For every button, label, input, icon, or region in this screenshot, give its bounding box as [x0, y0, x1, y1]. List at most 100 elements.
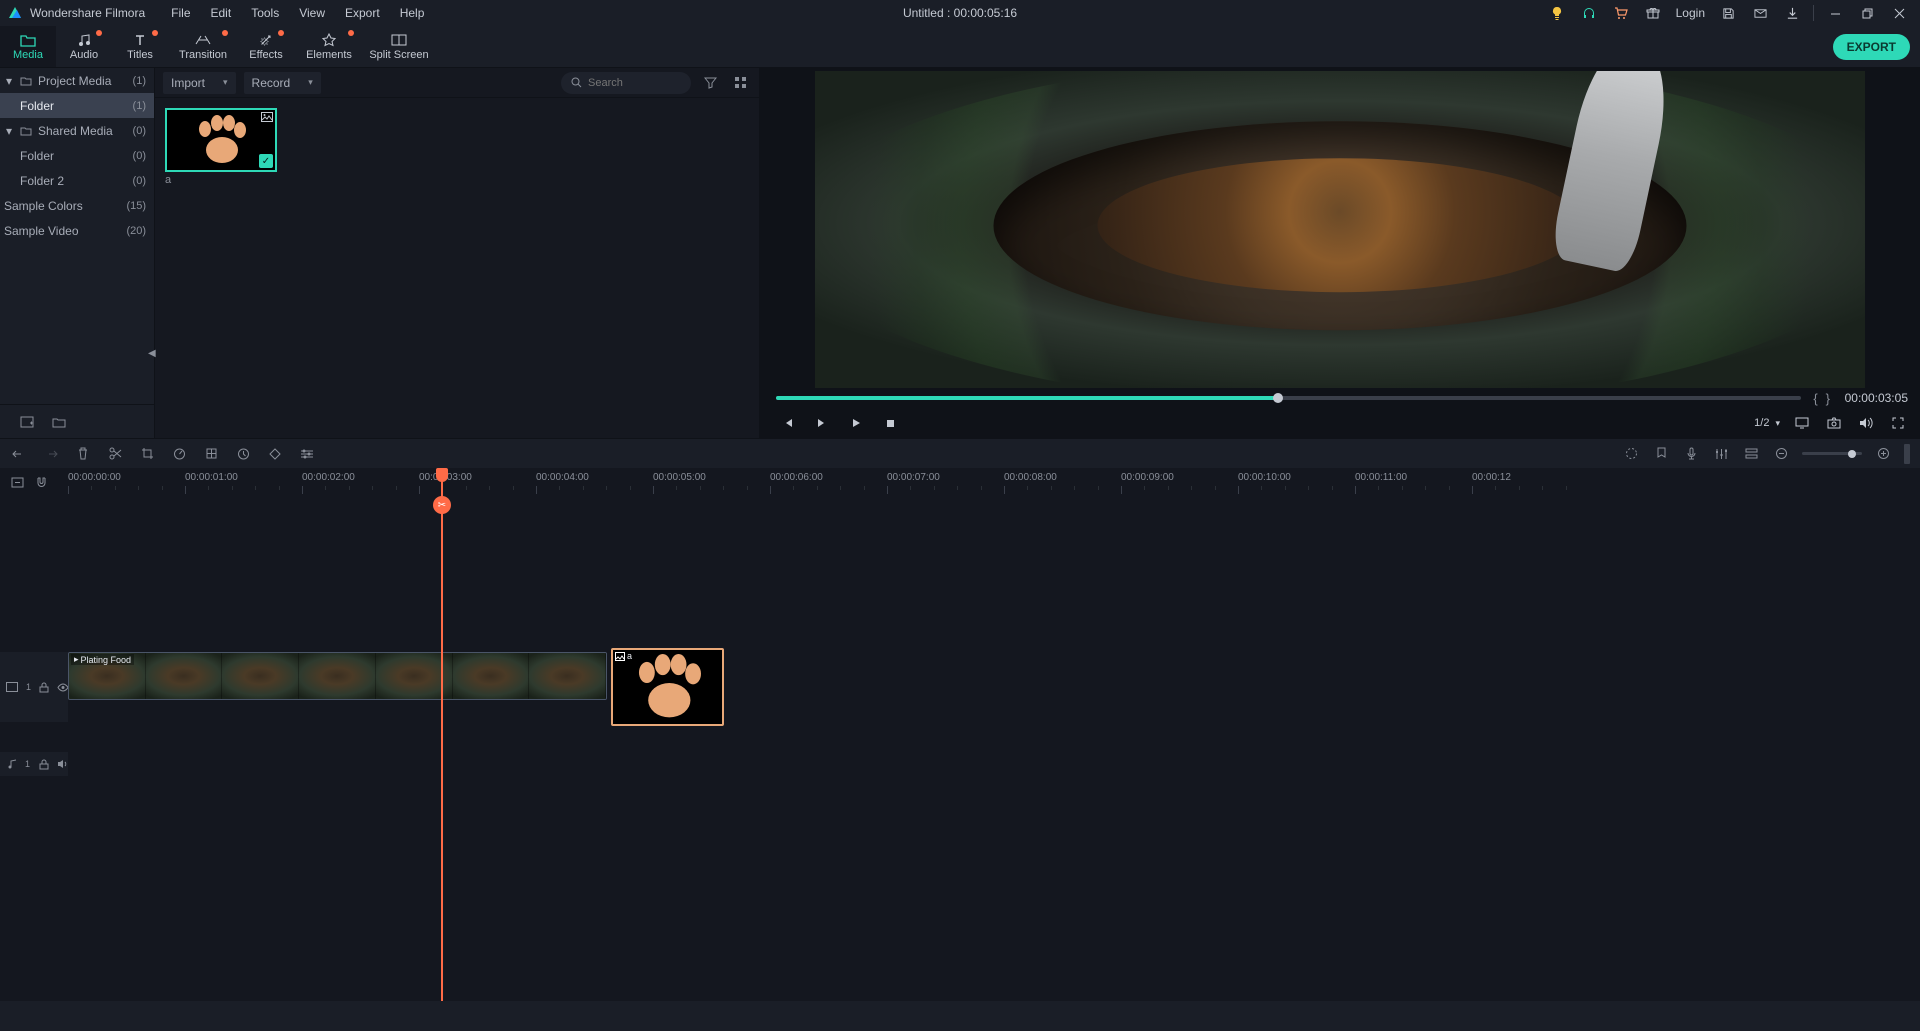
record-dropdown[interactable]: Record▾: [244, 72, 321, 94]
thumbnail-caption: a: [165, 174, 277, 186]
export-button[interactable]: EXPORT: [1833, 34, 1910, 60]
badge-dot: [152, 30, 158, 36]
speed-icon[interactable]: [170, 445, 188, 463]
mark-out-icon[interactable]: }: [1826, 391, 1830, 406]
new-folder-icon[interactable]: [50, 413, 68, 431]
media-tree-panel: ▾Project Media(1) Folder(1) ▾Shared Medi…: [0, 68, 155, 438]
collapse-panel-icon[interactable]: ◀: [148, 348, 156, 359]
fit-timeline-icon[interactable]: [10, 475, 24, 489]
new-project-icon[interactable]: [18, 413, 36, 431]
split-icon[interactable]: [106, 445, 124, 463]
save-icon[interactable]: [1713, 1, 1743, 25]
download-icon[interactable]: [1777, 1, 1807, 25]
menu-tools[interactable]: Tools: [243, 3, 287, 23]
audio-track-header: 1: [0, 752, 68, 776]
mute-icon[interactable]: [57, 758, 68, 771]
zoom-slider[interactable]: [1802, 452, 1862, 455]
crop-icon[interactable]: [138, 445, 156, 463]
zoom-out-icon[interactable]: [1772, 445, 1790, 463]
import-dropdown[interactable]: Import▾: [163, 72, 236, 94]
window-close[interactable]: [1884, 1, 1914, 25]
zoom-in-icon[interactable]: [1874, 445, 1892, 463]
chevron-down-icon: ▾: [6, 74, 16, 88]
tips-icon[interactable]: [1542, 1, 1572, 25]
tab-effects[interactable]: Effects: [238, 26, 294, 67]
delete-icon[interactable]: [74, 445, 92, 463]
badge-dot: [96, 30, 102, 36]
keyframe-icon[interactable]: [266, 445, 284, 463]
video-clip[interactable]: ▸Plating Food: [68, 652, 607, 700]
preview-scale-dropdown[interactable]: 1/2▾: [1754, 417, 1780, 429]
window-minimize[interactable]: [1820, 1, 1850, 25]
tree-item-sample-colors[interactable]: Sample Colors(15): [0, 193, 154, 218]
mixer-icon[interactable]: [1712, 445, 1730, 463]
timeline-ruler[interactable]: 00:00:00:0000:00:01:0000:00:02:0000:00:0…: [68, 468, 1920, 496]
stop-button[interactable]: [880, 413, 900, 433]
duration-icon[interactable]: [234, 445, 252, 463]
redo-icon[interactable]: [42, 445, 60, 463]
search-input[interactable]: [588, 77, 668, 89]
cart-icon[interactable]: [1606, 1, 1636, 25]
support-icon[interactable]: [1574, 1, 1604, 25]
playhead-grip[interactable]: [436, 468, 448, 482]
tab-elements[interactable]: Elements: [294, 26, 364, 67]
fullscreen-icon[interactable]: [1888, 413, 1908, 433]
menu-file[interactable]: File: [163, 3, 198, 23]
tab-media[interactable]: Media: [0, 26, 56, 67]
ruler-tick: 00:00:08:00: [1004, 472, 1057, 483]
document-title: Untitled : 00:00:05:16: [903, 6, 1017, 20]
snapshot-icon[interactable]: [1824, 413, 1844, 433]
gift-icon[interactable]: [1638, 1, 1668, 25]
login-button[interactable]: Login: [1670, 1, 1711, 25]
message-icon[interactable]: [1745, 1, 1775, 25]
chevron-down-icon: ▾: [308, 77, 313, 88]
filter-icon[interactable]: [699, 72, 721, 94]
app-logo-icon: [6, 4, 24, 22]
marker-icon[interactable]: [1652, 445, 1670, 463]
tree-header-project[interactable]: ▾Project Media(1): [0, 68, 154, 93]
prev-frame-button[interactable]: [778, 413, 798, 433]
preview-scrubber[interactable]: [776, 396, 1801, 400]
search-icon: [571, 77, 582, 88]
menu-export[interactable]: Export: [337, 3, 388, 23]
render-icon[interactable]: [1622, 445, 1640, 463]
next-frame-button[interactable]: [812, 413, 832, 433]
freeze-icon[interactable]: [202, 445, 220, 463]
playhead-scissors-icon[interactable]: ✂: [433, 496, 451, 514]
tree-header-shared[interactable]: ▾Shared Media(0): [0, 118, 154, 143]
tree-item-folder2[interactable]: Folder 2(0): [0, 168, 154, 193]
adjust-icon[interactable]: [298, 445, 316, 463]
playhead[interactable]: ✂: [441, 468, 443, 1001]
tab-splitscreen[interactable]: Split Screen: [364, 26, 434, 67]
play-button[interactable]: [846, 413, 866, 433]
mark-in-icon[interactable]: {: [1813, 391, 1817, 406]
menu-view[interactable]: View: [291, 3, 333, 23]
tab-audio[interactable]: Audio: [56, 26, 112, 67]
track-manage-icon[interactable]: [1742, 445, 1760, 463]
lock-icon[interactable]: [38, 758, 49, 771]
lock-icon[interactable]: [39, 681, 49, 694]
search-input-wrapper[interactable]: [561, 72, 691, 94]
tree-item-folder[interactable]: Folder(0): [0, 143, 154, 168]
image-clip[interactable]: a: [611, 648, 724, 726]
paw-icon: [191, 115, 251, 165]
title-bar: Wondershare Filmora File Edit Tools View…: [0, 0, 1920, 26]
tree-item-sample-video[interactable]: Sample Video(20): [0, 218, 154, 243]
tab-titles[interactable]: Titles: [112, 26, 168, 67]
preview-viewport[interactable]: [815, 71, 1865, 388]
tab-transition[interactable]: Transition: [168, 26, 238, 67]
grid-view-icon[interactable]: [729, 72, 751, 94]
media-thumbnail[interactable]: ✓ a: [165, 108, 277, 186]
snap-icon[interactable]: [34, 475, 48, 489]
display-monitor-icon[interactable]: [1792, 413, 1812, 433]
window-restore[interactable]: [1852, 1, 1882, 25]
tree-item-folder[interactable]: Folder(1): [0, 93, 154, 118]
clip-label: Plating Food: [81, 655, 132, 665]
timeline-scrollbar[interactable]: [1904, 444, 1910, 464]
voiceover-icon[interactable]: [1682, 445, 1700, 463]
menu-help[interactable]: Help: [392, 3, 433, 23]
track-type-audio-icon: [6, 758, 17, 771]
menu-edit[interactable]: Edit: [203, 3, 240, 23]
undo-icon[interactable]: [10, 445, 28, 463]
volume-icon[interactable]: [1856, 413, 1876, 433]
